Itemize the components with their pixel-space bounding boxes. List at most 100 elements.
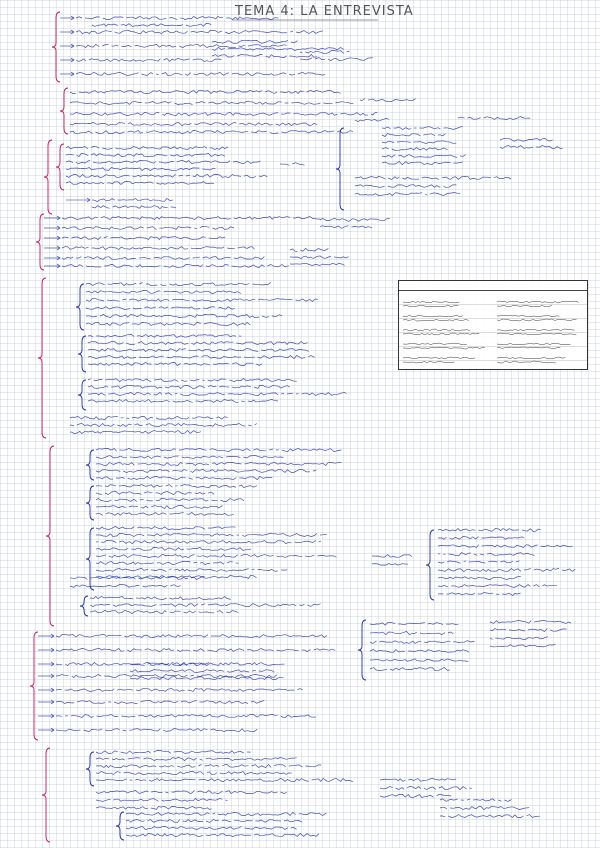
handwritten-text <box>439 814 540 818</box>
handwritten-text <box>438 585 560 588</box>
handwritten-text <box>85 282 272 286</box>
handwritten-text <box>359 98 416 102</box>
handwritten-text <box>439 798 512 802</box>
handwritten-text <box>354 176 512 180</box>
curly-brace <box>43 139 53 215</box>
curly-brace <box>335 127 345 211</box>
handwritten-text <box>65 146 229 150</box>
handwritten-text <box>69 416 228 420</box>
curly-brace <box>85 527 95 591</box>
handwritten-text <box>95 798 228 802</box>
handwritten-text <box>95 505 223 510</box>
handwritten-text <box>95 568 288 572</box>
table-cell <box>493 319 587 335</box>
handwritten-text <box>55 700 265 704</box>
curly-brace <box>85 449 95 481</box>
handwritten-text <box>372 555 415 558</box>
table-body <box>399 291 587 364</box>
curly-brace <box>29 631 39 741</box>
handwritten-text <box>211 53 318 58</box>
curly-brace <box>59 87 69 135</box>
curly-brace <box>425 529 435 601</box>
handwritten-text <box>87 399 279 403</box>
table-cell <box>493 333 587 350</box>
handwritten-text <box>95 455 284 459</box>
handwritten-text <box>69 90 341 95</box>
handwritten-text <box>95 525 236 530</box>
handwritten-text <box>354 184 457 188</box>
handwritten-text <box>91 205 177 210</box>
handwritten-text <box>95 475 273 481</box>
handwritten-text <box>87 377 297 383</box>
handwritten-text <box>88 362 265 365</box>
handwritten-text <box>69 129 354 134</box>
handwritten-text <box>489 628 567 633</box>
handwritten-text <box>369 630 454 636</box>
curly-brace <box>357 619 367 681</box>
handwritten-text <box>86 307 238 310</box>
handwriting-layer <box>29 11 576 843</box>
handwritten-text <box>95 777 353 782</box>
handwritten-text <box>55 713 316 718</box>
table-cell <box>399 305 493 322</box>
handwritten-text <box>437 592 521 596</box>
handwritten-text <box>65 181 215 185</box>
handwritten-text <box>61 236 226 240</box>
handwritten-text <box>125 826 297 830</box>
handwritten-text <box>65 160 261 164</box>
handwritten-text <box>61 216 321 221</box>
handwritten-text <box>87 348 310 352</box>
curly-brace <box>37 277 47 439</box>
handwritten-text <box>91 23 212 27</box>
handwritten-text <box>437 568 576 573</box>
handwritten-text <box>95 805 212 810</box>
handwritten-text <box>437 528 541 532</box>
handwritten-text <box>96 463 344 466</box>
handwritten-text <box>95 757 297 762</box>
curly-brace <box>35 213 45 271</box>
handwritten-text <box>96 533 330 536</box>
handwritten-text <box>437 552 535 556</box>
handwritten-text <box>489 636 549 640</box>
handwritten-text <box>89 603 321 607</box>
handwritten-text <box>402 356 476 364</box>
table-cell <box>399 347 493 364</box>
handwritten-text <box>354 118 389 123</box>
table-row <box>399 305 587 322</box>
handwritten-text <box>437 560 520 564</box>
curly-brace <box>85 751 95 787</box>
table-header <box>399 281 587 291</box>
handwritten-text <box>56 648 338 651</box>
handwritten-text <box>75 30 324 35</box>
curly-brace <box>75 283 85 331</box>
handwritten-text <box>379 793 452 799</box>
curly-brace <box>79 595 89 617</box>
handwritten-text <box>457 116 531 120</box>
handwritten-text <box>95 491 215 496</box>
handwritten-text <box>489 620 572 624</box>
table-cell <box>493 305 587 322</box>
handwritten-text <box>212 47 347 50</box>
handwritten-text <box>69 430 202 434</box>
handwritten-text <box>125 818 303 823</box>
handwritten-text <box>370 659 471 662</box>
handwritten-text <box>95 512 234 516</box>
handwritten-text <box>95 750 251 754</box>
handwritten-text <box>61 256 265 260</box>
handwritten-text <box>319 225 373 229</box>
handwritten-text <box>289 255 349 260</box>
curly-brace <box>51 11 61 83</box>
handwritten-text <box>85 298 318 302</box>
handwritten-text <box>69 112 378 116</box>
handwritten-text <box>496 356 566 364</box>
handwritten-text <box>85 322 251 326</box>
handwritten-text <box>85 290 242 294</box>
handwritten-text <box>91 198 173 203</box>
handwritten-text <box>55 634 328 638</box>
handwritten-text <box>85 313 283 318</box>
handwritten-text <box>75 58 222 62</box>
handwritten-text <box>89 609 238 615</box>
curly-brace <box>77 379 87 411</box>
handwritten-text <box>355 193 463 196</box>
handwritten-text <box>69 101 354 105</box>
